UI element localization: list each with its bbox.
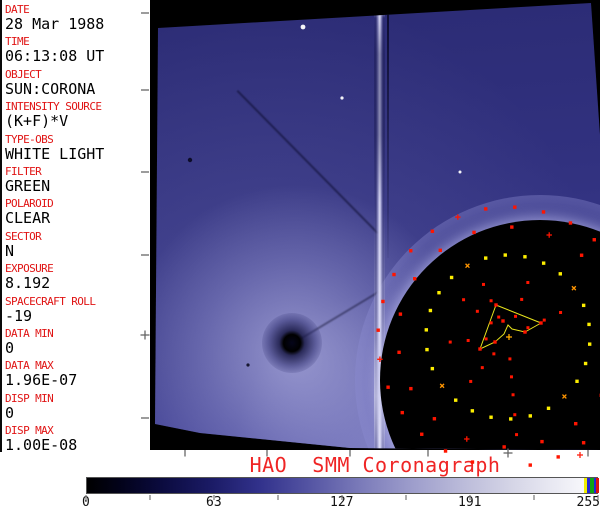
metadata-field-label: OBJECT — [5, 67, 42, 81]
metadata-field-value: (K+F)*V — [5, 112, 69, 131]
metadata-field-value: 1.00E-08 — [5, 436, 78, 455]
metadata-field: OBJECT SUN:CORONA — [5, 68, 150, 100]
coronagraph-image — [150, 0, 600, 450]
metadata-field-value: -19 — [5, 306, 33, 325]
metadata-field-value: 06:13:08 UT — [5, 47, 105, 66]
metadata-field: DATE 28 Mar 1988 — [5, 3, 150, 35]
metadata-field: SPACECRAFT ROLL -19 — [5, 295, 150, 327]
metadata-field-label: TYPE-OBS — [5, 132, 54, 146]
metadata-field: DATA MIN 0 — [5, 327, 150, 359]
metadata-field: DISP MAX 1.00E-08 — [5, 424, 150, 456]
metadata-panel: DATE 28 Mar 1988 TIME 06:13:08 UT OBJECT… — [0, 0, 150, 454]
colorbar — [86, 477, 599, 494]
colorbar-tick-label: 127 — [330, 495, 354, 510]
metadata-field: TYPE-OBS WHITE LIGHT — [5, 133, 150, 165]
metadata-field: FILTER GREEN — [5, 165, 150, 197]
metadata-field-value: GREEN — [5, 176, 51, 195]
image-frame — [155, 3, 600, 450]
metadata-field: EXPOSURE 8.192 — [5, 262, 150, 294]
smm-coronagraph-viewer: DATE 28 Mar 1988 TIME 06:13:08 UT OBJECT… — [0, 0, 600, 512]
metadata-field-value: 1.96E-07 — [5, 371, 78, 390]
colorbar-saturation-stripe — [595, 478, 599, 493]
metadata-field-value: 0 — [5, 403, 15, 422]
metadata-field-label: SECTOR — [5, 229, 42, 243]
colorbar-tick-label: 191 — [458, 495, 482, 510]
colorbar-tick-label: 255 — [576, 495, 600, 510]
metadata-field-value: CLEAR — [5, 209, 51, 228]
metadata-field: DISP MIN 0 — [5, 392, 150, 424]
dark-streak-diagonal — [236, 90, 379, 234]
metadata-field: POLAROID CLEAR — [5, 197, 150, 229]
metadata-field-value: WHITE LIGHT — [5, 144, 105, 163]
metadata-field-value: SUN:CORONA — [5, 79, 96, 98]
colorbar-tick-label: 63 — [206, 495, 222, 510]
metadata-field: SECTOR N — [5, 230, 150, 262]
colorbar-tick-label: 0 — [82, 495, 90, 510]
metadata-field: DATA MAX 1.96E-07 — [5, 359, 150, 391]
pylon-shadow-line — [387, 8, 389, 258]
metadata-field-value: 28 Mar 1988 — [5, 15, 105, 33]
metadata-field: TIME 06:13:08 UT — [5, 35, 150, 67]
metadata-field-label: SPACECRAFT ROLL — [5, 294, 96, 308]
metadata-field-value: N — [5, 241, 15, 260]
metadata-field-label: DISP MIN — [5, 391, 54, 405]
metadata-field-label: DATA MIN — [5, 326, 54, 340]
metadata-field-value: 0 — [5, 338, 15, 357]
dark-spot-artifact — [262, 313, 322, 373]
metadata-field-label: FILTER — [5, 164, 42, 178]
metadata-field: INTENSITY SOURCE (K+F)*V — [5, 100, 150, 132]
metadata-field-list: DATE 28 Mar 1988 TIME 06:13:08 UT OBJECT… — [5, 3, 150, 456]
metadata-field-value: 8.192 — [5, 274, 51, 293]
image-title: HAO SMM Coronagraph — [249, 453, 501, 477]
